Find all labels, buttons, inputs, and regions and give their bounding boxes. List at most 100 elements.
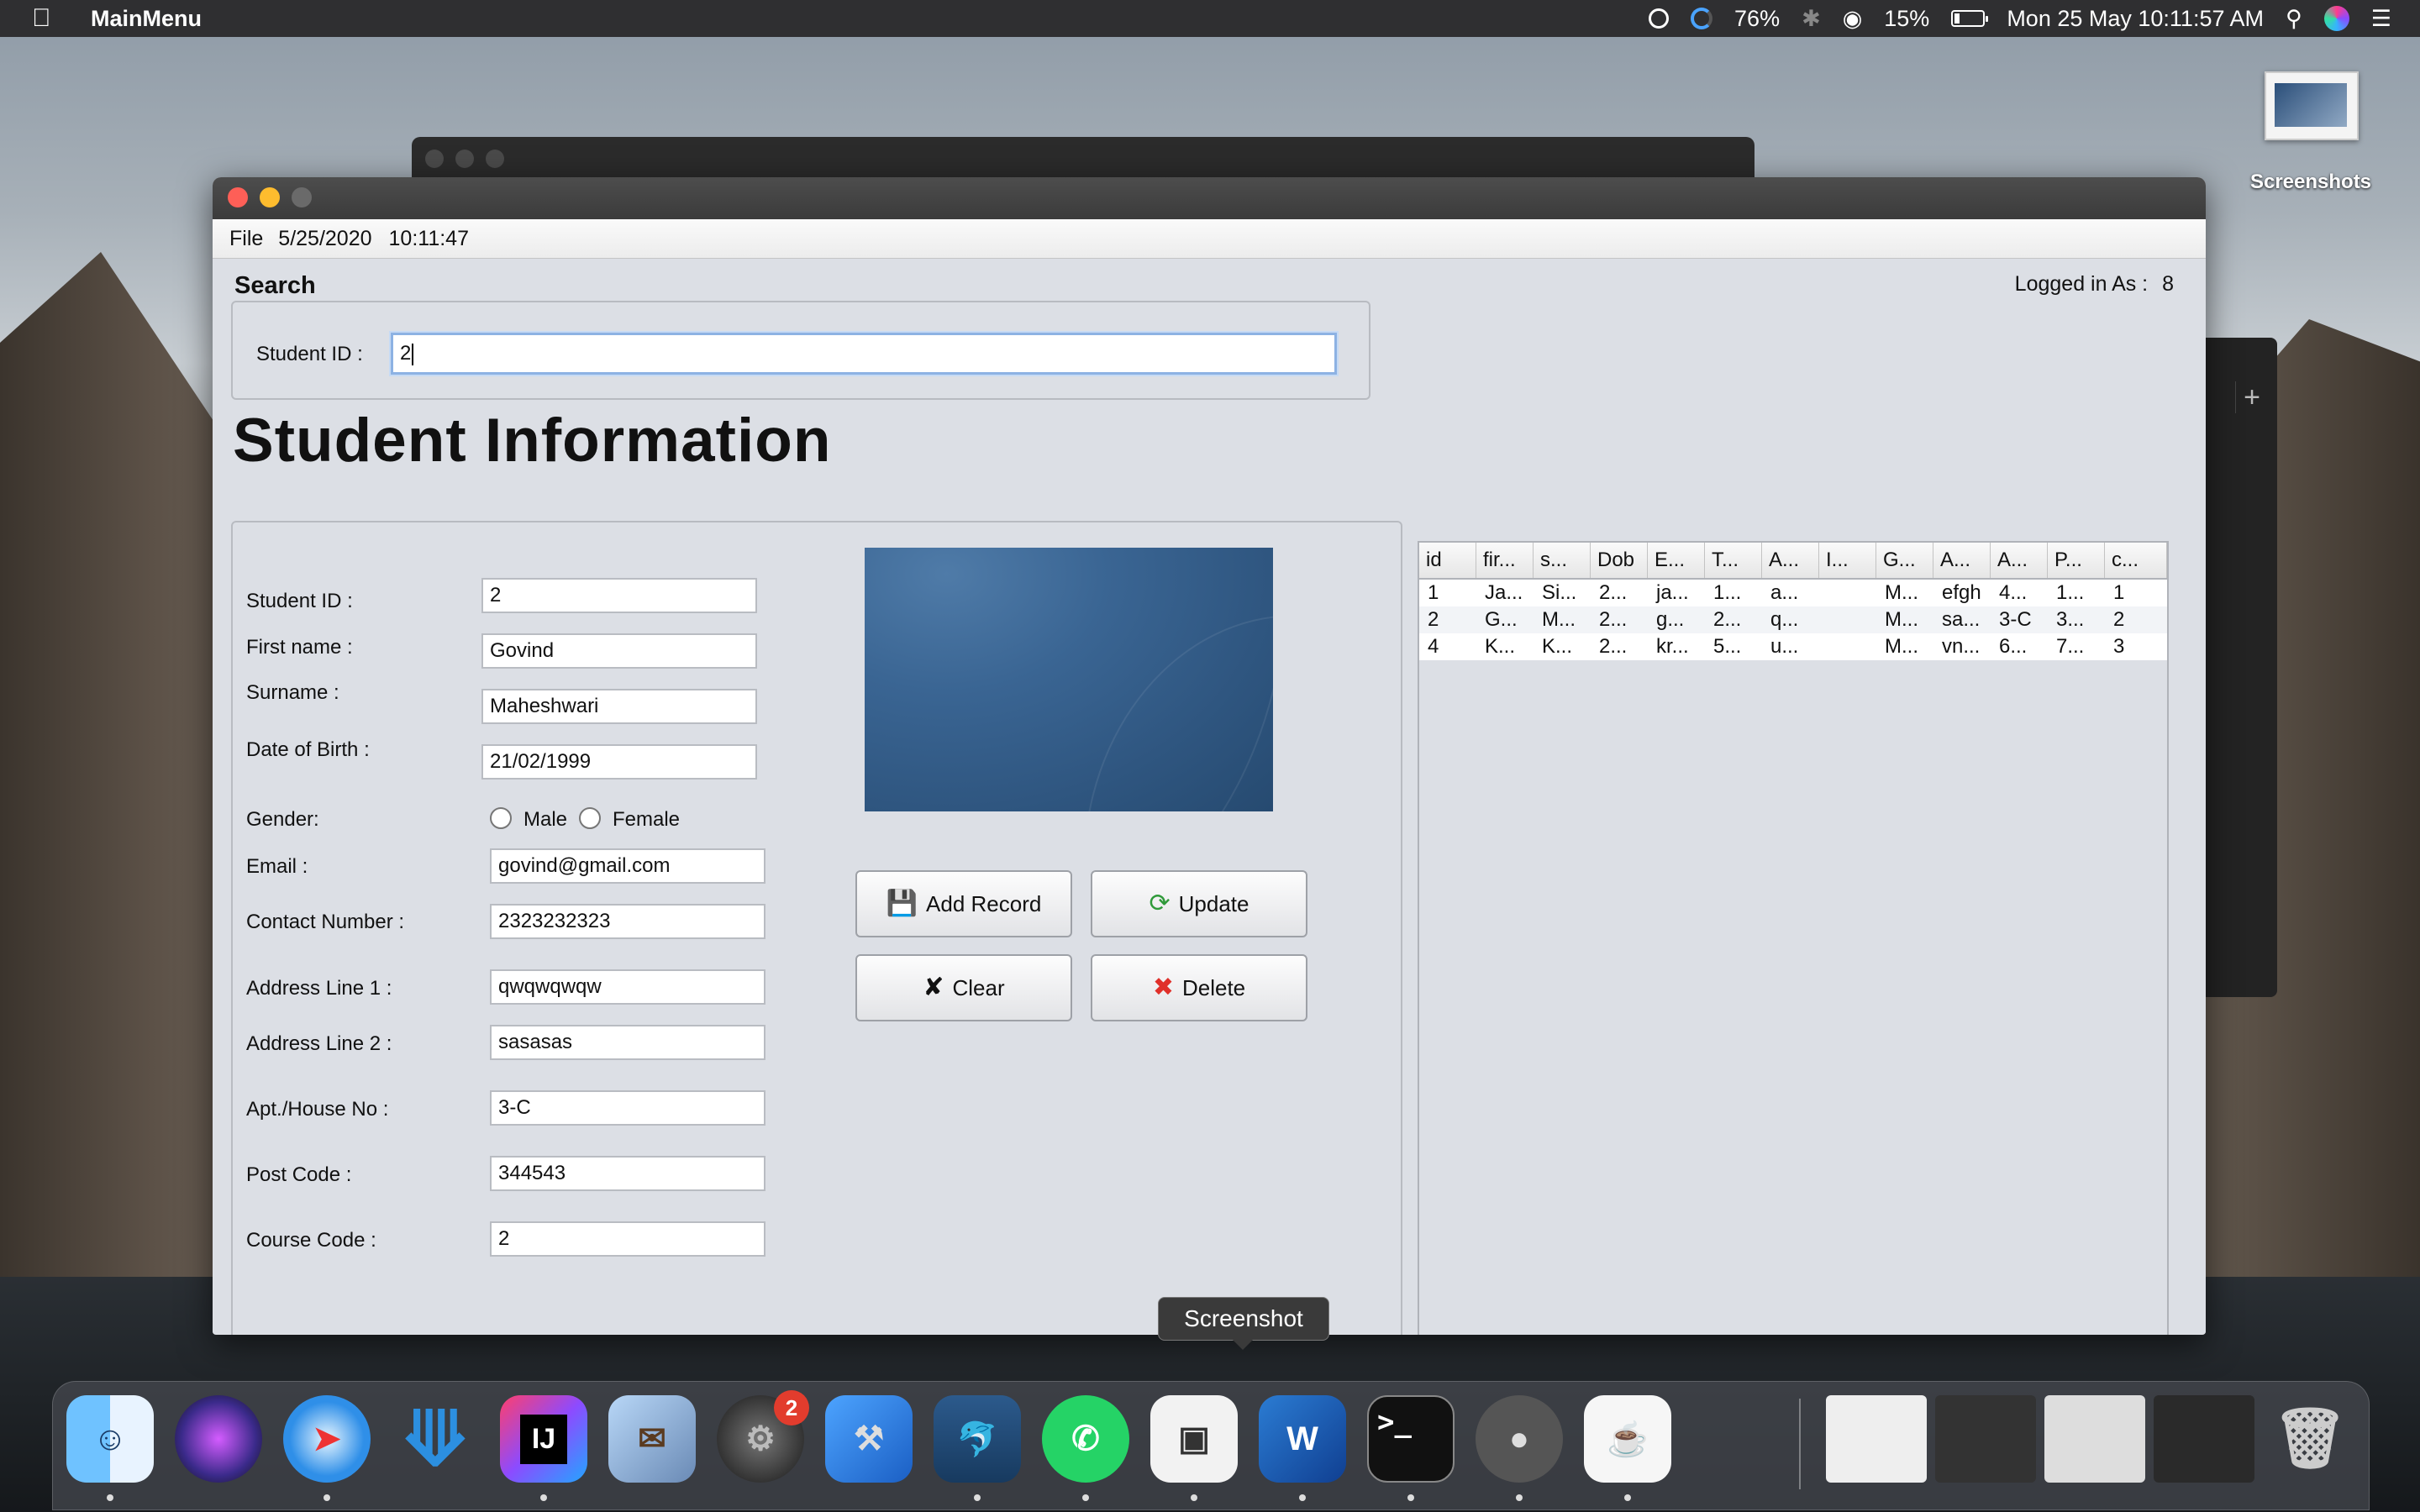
java-icon[interactable]: ☕ xyxy=(1584,1395,1671,1483)
table-column-header[interactable]: I... xyxy=(1819,543,1876,578)
terminal-icon[interactable]: >_ xyxy=(1367,1395,1455,1483)
male-radio-label[interactable]: Male xyxy=(523,808,567,832)
female-radio-label[interactable]: Female xyxy=(613,808,680,832)
notification-badge: 2 xyxy=(774,1390,809,1425)
table-body: 1 Ja... Si... 2... ja... 1... a... M... efgh 4...… xyxy=(1419,580,2167,660)
contact-number-field[interactable]: 2323232323 xyxy=(490,904,765,939)
table-column-header[interactable]: c... xyxy=(2105,543,2167,578)
bg-window-zoom-icon[interactable] xyxy=(486,150,504,168)
app-menu-bar: File 5/25/2020 10:11:47 xyxy=(213,219,2206,259)
window-titlebar[interactable] xyxy=(213,177,2206,219)
clear-button[interactable]: ✘ Clear xyxy=(855,954,1072,1021)
mysql-workbench-icon[interactable]: 🐬 xyxy=(934,1395,1021,1483)
table-row[interactable]: 4 K... K... 2... kr... 5... u... M... vn... 6... 7… xyxy=(1419,633,2167,660)
add-record-button[interactable]: 💾 Add Record xyxy=(855,870,1072,937)
word-icon[interactable]: W xyxy=(1259,1395,1346,1483)
table-cell: 2... xyxy=(1599,581,1628,604)
xcode-icon[interactable]: ⚒ xyxy=(825,1395,913,1483)
table-cell xyxy=(1819,606,1876,633)
file-menu[interactable]: File xyxy=(229,227,263,251)
table-column-header[interactable]: A... xyxy=(1991,543,2048,578)
word-icon-text: W xyxy=(1286,1420,1318,1457)
mail-icon[interactable]: ✉ xyxy=(608,1395,696,1483)
contact-number-label: Contact Number : xyxy=(246,911,405,933)
student-records-table[interactable]: id fir... s... Dob E... T... A... I... G… xyxy=(1418,541,2169,1335)
status-circle-icon[interactable] xyxy=(1649,8,1670,29)
screenshots-folder-label[interactable]: Screenshots xyxy=(2227,171,2395,194)
search-student-id-input[interactable]: 2 xyxy=(391,333,1337,375)
battery-icon[interactable] xyxy=(1951,10,1989,27)
recent-window-thumbnail[interactable] xyxy=(1826,1395,1927,1483)
table-column-header[interactable]: G... xyxy=(1876,543,1933,578)
first-name-field[interactable]: Govind xyxy=(481,633,757,669)
table-column-header[interactable]: Dob xyxy=(1591,543,1648,578)
table-cell: ja... xyxy=(1656,581,1689,604)
recent-window-thumbnail[interactable] xyxy=(1935,1395,2036,1483)
table-column-header[interactable]: T... xyxy=(1705,543,1762,578)
vscode-icon[interactable]: ⟱ xyxy=(392,1395,479,1483)
dock-tooltip: Screenshot xyxy=(1158,1297,1329,1350)
bg-window-minimize-icon[interactable] xyxy=(455,150,474,168)
address-line-2-label: Address Line 2 : xyxy=(246,1032,392,1055)
recent-window-thumbnail[interactable] xyxy=(2044,1395,2145,1483)
update-button[interactable]: ⟳ Update xyxy=(1091,870,1307,937)
battery-percentage: 15% xyxy=(1884,5,1930,31)
app-name-menu[interactable]: MainMenu xyxy=(91,6,202,32)
table-row[interactable]: 1 Ja... Si... 2... ja... 1... a... M... efgh 4...… xyxy=(1419,580,2167,606)
clock[interactable]: Mon 25 May 10:11:57 AM xyxy=(2007,6,2264,32)
surname-field[interactable]: Maheshwari xyxy=(481,689,757,724)
table-cell: 1... xyxy=(2056,581,2085,604)
plus-icon[interactable]: + xyxy=(2235,381,2268,413)
bluetooth-icon[interactable]: ✱ xyxy=(1802,6,1821,32)
mamp-icon[interactable]: ● xyxy=(1476,1395,1563,1483)
clear-icon: ✘ xyxy=(923,974,944,1001)
table-cell: M... xyxy=(1885,608,1918,631)
minimize-window-icon[interactable] xyxy=(260,187,280,207)
trash-icon[interactable]: 🗑 xyxy=(2266,1395,2354,1483)
zoom-window-icon[interactable] xyxy=(292,187,312,207)
system-preferences-icon[interactable]: ⚙ 2 xyxy=(717,1390,809,1483)
apple-menu-icon[interactable]:  xyxy=(32,4,66,33)
post-code-field[interactable]: 344543 xyxy=(490,1156,765,1191)
table-column-header[interactable]: E... xyxy=(1648,543,1705,578)
bg-window-close-icon[interactable] xyxy=(425,150,444,168)
recent-window-thumbnail[interactable] xyxy=(2154,1395,2254,1483)
email-field[interactable]: govind@gmail.com xyxy=(490,848,765,884)
screenshot-icon[interactable]: ▣ xyxy=(1150,1395,1238,1483)
wifi-icon[interactable]: ◉ xyxy=(1843,6,1863,32)
course-code-field[interactable]: 2 xyxy=(490,1221,765,1257)
address-line-1-field[interactable]: qwqwqwqw xyxy=(490,969,765,1005)
address-line-1-label: Address Line 1 : xyxy=(246,977,392,1000)
table-column-header[interactable]: P... xyxy=(2048,543,2105,578)
female-radio[interactable] xyxy=(579,807,601,829)
table-column-header[interactable]: A... xyxy=(1762,543,1819,578)
finder-icon[interactable]: ☺ xyxy=(66,1395,154,1483)
clear-label: Clear xyxy=(952,974,1005,1000)
siri-icon[interactable] xyxy=(2323,6,2349,31)
safari-icon[interactable]: ➤ xyxy=(283,1395,371,1483)
progress-ring-icon[interactable] xyxy=(1691,8,1713,29)
dob-field[interactable]: 21/02/1999 xyxy=(481,744,757,780)
student-id-field[interactable]: 2 xyxy=(481,578,757,613)
running-indicator xyxy=(1191,1494,1197,1501)
table-row[interactable]: 2 G... M... 2... g... 2... q... M... sa... 3-C 3..… xyxy=(1419,606,2167,633)
apt-house-field[interactable]: 3-C xyxy=(490,1090,765,1126)
running-indicator xyxy=(1082,1494,1089,1501)
table-column-header[interactable]: fir... xyxy=(1476,543,1534,578)
spotlight-search-icon[interactable]: ⚲ xyxy=(2286,6,2302,32)
address-line-2-field[interactable]: sasasas xyxy=(490,1025,765,1060)
close-window-icon[interactable] xyxy=(228,187,248,207)
male-radio[interactable] xyxy=(490,807,512,829)
siri-icon[interactable] xyxy=(175,1395,262,1483)
delete-button[interactable]: ✖ Delete xyxy=(1091,954,1307,1021)
course-code-label: Course Code : xyxy=(246,1229,376,1252)
table-column-header[interactable]: A... xyxy=(1933,543,1991,578)
logged-in-label: Logged in As : xyxy=(2014,272,2149,296)
notification-center-icon[interactable]: ☰ xyxy=(2371,6,2391,32)
table-column-header[interactable]: id xyxy=(1419,543,1476,578)
table-column-header[interactable]: s... xyxy=(1534,543,1591,578)
whatsapp-icon[interactable]: ✆ xyxy=(1042,1395,1129,1483)
intellij-icon[interactable]: IJ xyxy=(500,1395,587,1483)
screenshots-folder-icon[interactable] xyxy=(2265,71,2359,140)
student-id-label: Student ID : xyxy=(246,590,353,612)
